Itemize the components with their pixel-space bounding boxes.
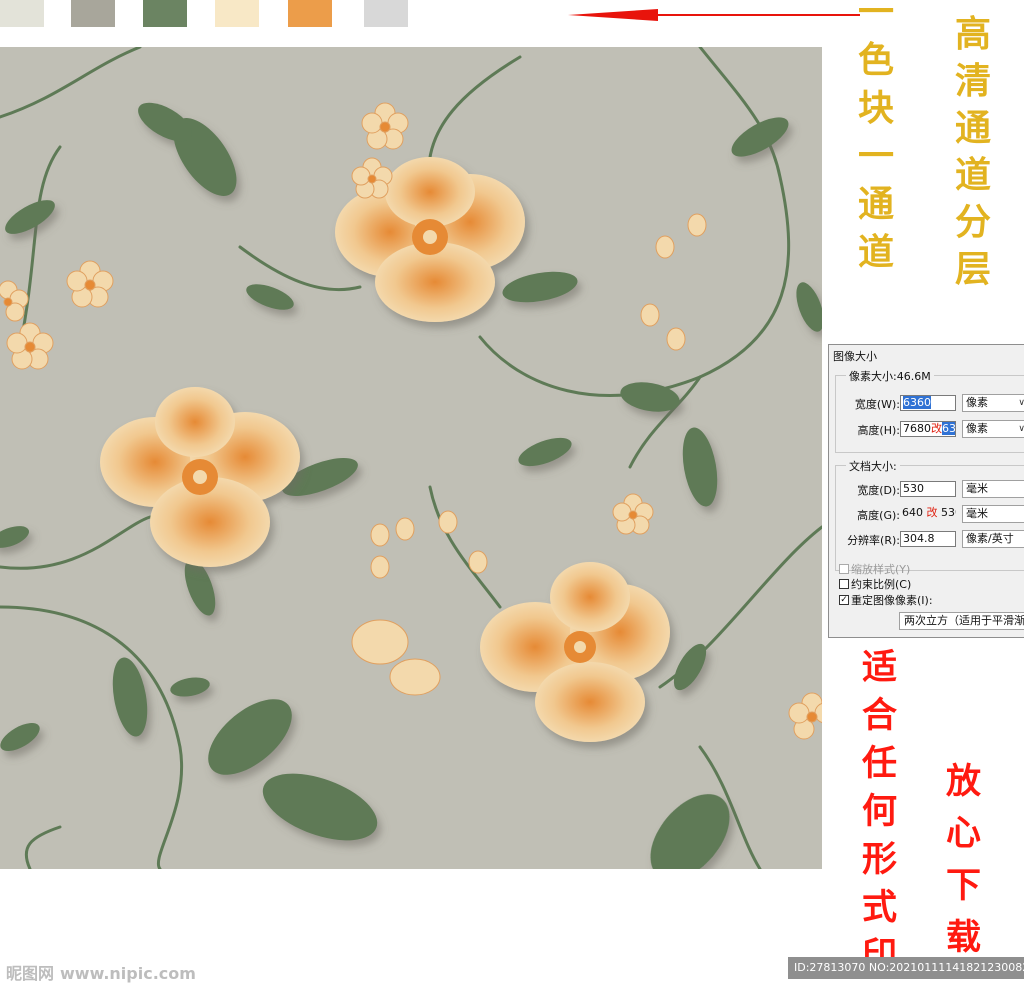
doc-height-change-mark: 改 [926,506,938,519]
height-value: 6360 [942,422,955,435]
promo-char: 分 [955,201,992,243]
color-swatch-5 [288,0,332,27]
promo-char: 道 [955,154,992,196]
resample-checkbox[interactable]: ✓ [839,595,849,605]
pixel-dimensions-label: 像素大小:46.6M [846,368,934,384]
promo-char: 通 [858,183,895,225]
document-size-group: 文档大小: 宽度(D): 530 毫米 高度(G): 640 改 530 毫米 … [835,458,1024,571]
constrain-checkbox[interactable] [839,579,849,589]
scale-styles-checkbox[interactable] [839,564,849,574]
height-input[interactable]: 7680改6360 [900,421,956,437]
floral-pattern-artwork [0,47,822,869]
color-swatch-2 [71,0,115,27]
promo-char: 合 [862,695,898,736]
color-swatch-1 [0,0,44,27]
color-swatch-3 [143,0,187,27]
constrain-option[interactable]: 约束比例(C) [839,576,911,592]
scale-styles-option[interactable]: 缩放样式(Y) [839,561,910,577]
width-unit-label: 像素 [966,396,988,409]
promo-char: 高 [955,13,992,55]
document-size-label: 文档大小: [846,458,900,474]
dialog-title: 图像大小 [833,350,877,363]
promo-char: 下 [946,865,982,906]
height-label: 高度(H): [857,424,900,437]
chevron-down-icon: ∨ [1018,421,1024,437]
promo-char: 放 [946,761,982,802]
promo-char: 块 [858,87,895,129]
doc-width-input[interactable]: 530 [900,481,956,497]
resolution-unit-label: 像素/英寸 [966,532,1014,545]
promo-text-one-color-one-channel: 一色块一通道 [858,0,894,282]
doc-height-old-value: 640 [902,506,923,519]
color-swatch-6 [364,0,408,27]
constrain-label: 约束比例(C) [851,578,912,591]
doc-height-unit-label: 毫米 [966,507,988,520]
height-change-mark: 改 [931,422,942,435]
width-input[interactable]: 6360 [900,395,956,411]
doc-width-label: 宽度(D): [857,484,900,497]
pixel-dimensions-group: 像素大小:46.6M 宽度(W): 6360 像素 ∨ 高度(H): 7680改6… [835,368,1024,453]
nipic-logo-url: www.nipic.com [60,964,196,983]
promo-char: 形 [862,839,898,880]
promo-char: 色 [858,39,895,81]
width-value: 6360 [903,396,931,409]
doc-height-label: 高度(G): [857,509,900,522]
resample-label: 重定图像像素(I): [851,594,933,607]
promo-char: 任 [862,743,898,784]
doc-width-unit-select[interactable]: 毫米 [962,480,1024,498]
width-unit-select[interactable]: 像素 ∨ [962,394,1024,412]
height-unit-select[interactable]: 像素 ∨ [962,420,1024,438]
resolution-input[interactable]: 304.8 [900,531,956,547]
resolution-unit-select[interactable]: 像素/英寸 [962,530,1024,548]
promo-text-download-safely: 放心下载 [946,764,981,972]
scale-styles-label: 缩放样式(Y) [851,563,911,576]
promo-char: 式 [862,887,898,928]
resolution-label: 分辨率(R): [847,534,900,547]
promo-char: 一 [858,135,895,177]
promo-text-suitable-any-print: 适合任何形式印 [862,650,897,986]
color-swatch-4 [215,0,259,27]
promo-char: 层 [955,248,992,290]
promo-char: 通 [955,107,992,149]
promo-char: 何 [862,791,898,832]
doc-width-unit-label: 毫米 [966,482,988,495]
doc-height-value: 530 [941,506,956,519]
promo-char: 心 [946,813,982,854]
red-arrow-icon [568,9,860,21]
resample-method-select[interactable]: 两次立方（适用于平滑渐变） [899,612,1024,630]
nipic-logo-text: 昵图网 [6,964,55,983]
promo-char: 道 [858,231,895,273]
promo-text-hd-channel-layers: 高清通道分层 [955,16,991,298]
promo-char: 清 [955,60,992,102]
resample-option[interactable]: ✓ 重定图像像素(I): [839,592,933,608]
image-id-bar: ID:27813070 NO:20210111141821230082 [788,957,1024,979]
promo-char: 一 [858,0,895,33]
height-unit-label: 像素 [966,422,988,435]
floral-pattern-image [0,47,822,869]
doc-height-unit-select[interactable]: 毫米 [962,505,1024,523]
width-label: 宽度(W): [854,398,900,411]
chevron-down-icon: ∨ [1018,395,1024,411]
nipic-logo: 昵图网 www.nipic.com [6,960,202,984]
image-size-dialog: 图像大小 像素大小:46.6M 宽度(W): 6360 像素 ∨ 高度(H): 7… [828,344,1024,638]
height-old-value: 7680 [903,422,931,435]
promo-char: 适 [862,647,898,688]
doc-height-input[interactable]: 640 改 530 [900,506,956,522]
